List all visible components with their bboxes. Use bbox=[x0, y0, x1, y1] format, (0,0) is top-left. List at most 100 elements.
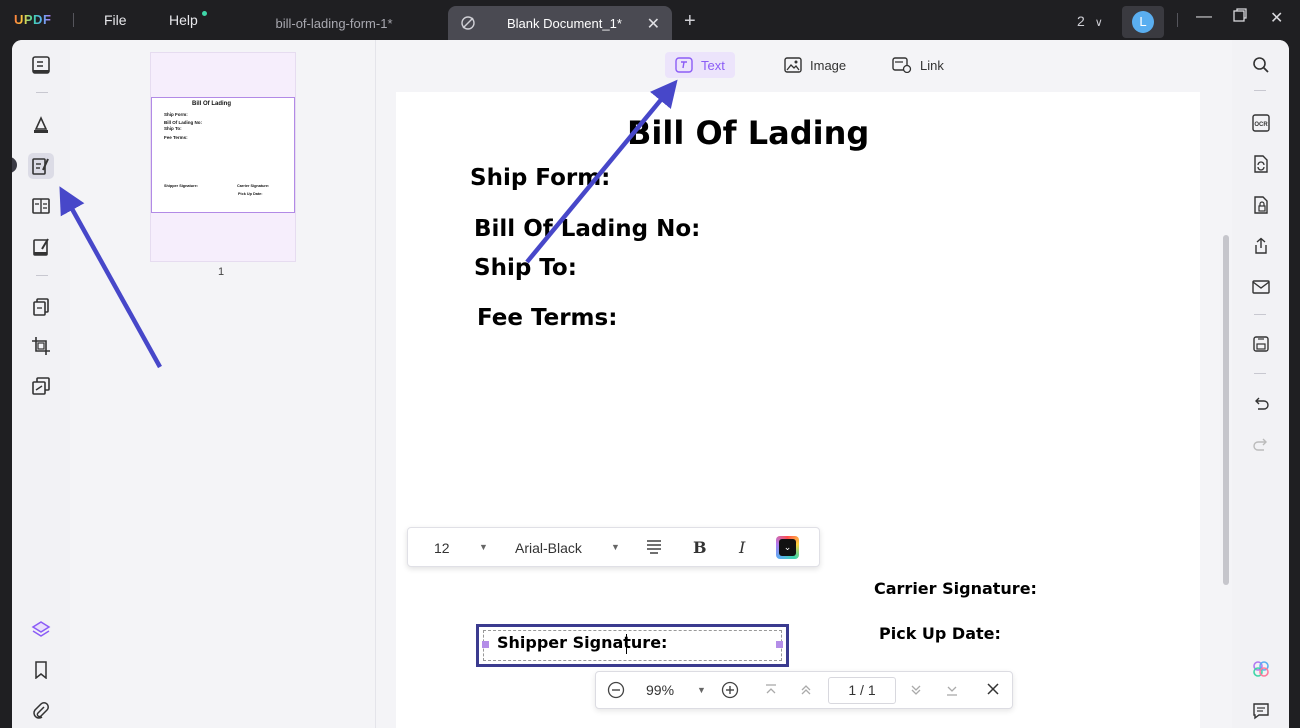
tab-bill-of-lading-form[interactable]: bill-of-lading-form-1* bbox=[228, 6, 440, 40]
thumb-title: Bill Of Lading bbox=[192, 101, 231, 107]
add-text-tool[interactable]: Text bbox=[665, 52, 735, 78]
close-zoom-bar-icon[interactable] bbox=[986, 682, 1000, 699]
thumb-ship-to: Ship To: bbox=[164, 126, 182, 131]
comment-highlighter-icon[interactable] bbox=[28, 112, 54, 138]
search-icon[interactable] bbox=[1250, 54, 1272, 76]
save-icon[interactable] bbox=[1250, 333, 1272, 355]
convert-pdf-icon[interactable] bbox=[1250, 153, 1272, 175]
thumbnail-panel: Bill Of Lading Ship Form: Bill Of Lading… bbox=[70, 40, 376, 728]
zoom-in-icon[interactable] bbox=[721, 681, 739, 702]
close-tab-icon[interactable]: ✕ bbox=[647, 14, 660, 34]
zoom-dropdown-icon[interactable]: ▼ bbox=[697, 685, 706, 695]
previous-page-icon[interactable] bbox=[799, 683, 813, 700]
text-tool-icon bbox=[675, 57, 693, 73]
align-icon[interactable] bbox=[646, 539, 662, 558]
link-icon bbox=[892, 57, 912, 73]
resize-handle-right[interactable] bbox=[776, 641, 783, 648]
thumbnail-page-number: 1 bbox=[218, 266, 225, 278]
doc-ship-form[interactable]: Ship Form: bbox=[470, 165, 610, 191]
vertical-scrollbar[interactable] bbox=[1223, 235, 1229, 585]
redo-icon[interactable] bbox=[1250, 433, 1272, 455]
text-cursor bbox=[626, 634, 627, 654]
page-organize-icon[interactable] bbox=[28, 193, 54, 219]
bookmark-icon[interactable] bbox=[28, 657, 54, 683]
pdf-page[interactable]: Bill Of Lading Ship Form: Bill Of Lading… bbox=[396, 92, 1200, 728]
undo-icon[interactable] bbox=[1250, 392, 1272, 414]
zoom-out-icon[interactable] bbox=[607, 681, 625, 702]
text-color-picker[interactable]: ⌄ bbox=[776, 536, 799, 559]
maximize-icon[interactable] bbox=[1233, 8, 1247, 27]
font-size-value: 12 bbox=[434, 540, 450, 556]
text-tool-label: Text bbox=[701, 57, 725, 73]
tab-blank-document[interactable]: Blank Document_1* ✕ bbox=[448, 6, 672, 40]
reader-mode-icon[interactable] bbox=[28, 52, 54, 78]
close-window-icon[interactable]: ✕ bbox=[1270, 8, 1283, 28]
thumbnail-content: Bill Of Lading Ship Form: Bill Of Lading… bbox=[151, 97, 295, 213]
new-tab-plus-icon[interactable]: + bbox=[684, 10, 696, 33]
email-icon[interactable] bbox=[1250, 276, 1272, 298]
crop-pages-icon[interactable] bbox=[28, 333, 54, 359]
ai-assistant-icon[interactable] bbox=[1250, 658, 1272, 680]
bold-button[interactable]: B bbox=[693, 538, 707, 557]
italic-button[interactable]: I bbox=[739, 538, 745, 557]
chevron-down-icon: ∨ bbox=[1094, 17, 1103, 29]
thumb-carrier: Carrier Signature: bbox=[237, 184, 270, 188]
edit-toolbar: Text Image Link bbox=[377, 50, 1230, 80]
selected-text-box[interactable]: Shipper Signature: bbox=[476, 624, 789, 667]
ocr-icon[interactable]: OCR bbox=[1250, 112, 1272, 134]
help-notification-dot bbox=[202, 11, 207, 16]
text-format-toolbar: 12 ▼ Arial-Black ▼ B I ⌄ bbox=[407, 527, 820, 567]
doc-shipper-signature[interactable]: Shipper Signature: bbox=[497, 633, 667, 652]
tab-label: bill-of-lading-form-1* bbox=[275, 15, 393, 31]
font-family-value: Arial-Black bbox=[515, 540, 582, 556]
doc-ship-to[interactable]: Ship To: bbox=[474, 255, 577, 281]
tab-label: Blank Document_1* bbox=[507, 15, 622, 31]
menu-help[interactable]: Help bbox=[169, 12, 198, 28]
first-page-icon[interactable] bbox=[764, 683, 778, 700]
font-size-select[interactable]: 12 bbox=[434, 540, 450, 556]
logo-text: UPDF bbox=[14, 12, 52, 27]
font-family-select[interactable]: Arial-Black bbox=[515, 540, 582, 556]
page-thumbnail[interactable]: Bill Of Lading Ship Form: Bill Of Lading… bbox=[150, 52, 296, 262]
add-link-tool[interactable]: Link bbox=[882, 52, 954, 78]
avatar[interactable]: L bbox=[1122, 6, 1164, 38]
resize-handle-left[interactable] bbox=[482, 641, 489, 648]
doc-pickup-date[interactable]: Pick Up Date: bbox=[879, 624, 1001, 643]
minimize-icon[interactable]: — bbox=[1196, 8, 1212, 26]
doc-title[interactable]: Bill Of Lading bbox=[627, 114, 869, 152]
last-page-icon[interactable] bbox=[945, 683, 959, 700]
zoom-level[interactable]: 99% bbox=[646, 682, 674, 698]
main-window: Bill Of Lading Ship Form: Bill Of Lading… bbox=[12, 40, 1289, 728]
share-icon[interactable] bbox=[1250, 235, 1272, 257]
attachment-icon[interactable] bbox=[28, 698, 54, 724]
updf-logo: UPDF bbox=[14, 12, 51, 27]
thumb-bol-no: Bill Of Lading No: bbox=[164, 120, 202, 125]
protect-pdf-icon[interactable] bbox=[1250, 194, 1272, 216]
link-tool-label: Link bbox=[920, 57, 944, 73]
document-count-value: 2 bbox=[1077, 13, 1085, 29]
thumb-ship-form: Ship Form: bbox=[164, 112, 188, 117]
image-tool-label: Image bbox=[810, 57, 847, 73]
edit-pdf-icon[interactable] bbox=[28, 153, 54, 179]
doc-fee-terms[interactable]: Fee Terms: bbox=[477, 305, 617, 331]
toolbar-divider bbox=[1254, 314, 1266, 315]
font-size-dropdown-icon[interactable]: ▼ bbox=[479, 542, 488, 552]
doc-carrier-signature[interactable]: Carrier Signature: bbox=[874, 579, 1037, 598]
next-page-icon[interactable] bbox=[909, 683, 923, 700]
document-count[interactable]: 2 ∨ bbox=[1077, 13, 1103, 29]
comment-chat-icon[interactable] bbox=[1250, 700, 1272, 722]
panel-collapse-handle[interactable] bbox=[12, 157, 17, 173]
page-number-input[interactable]: 1 / 1 bbox=[828, 677, 896, 704]
font-family-dropdown-icon[interactable]: ▼ bbox=[611, 542, 620, 552]
add-image-tool[interactable]: Image bbox=[774, 52, 856, 78]
layers-icon[interactable] bbox=[28, 616, 54, 642]
title-bar: UPDF File Help bill-of-lading-form-1* Bl… bbox=[0, 0, 1300, 42]
document-area: Text Image Link Bill Of Lading Ship Form… bbox=[377, 40, 1230, 728]
toolbar-divider bbox=[1254, 90, 1266, 91]
menu-file[interactable]: File bbox=[104, 12, 127, 28]
organize-pages-icon[interactable] bbox=[28, 294, 54, 320]
doc-bol-no[interactable]: Bill Of Lading No: bbox=[474, 216, 700, 242]
fill-sign-icon[interactable] bbox=[28, 234, 54, 260]
title-separator bbox=[73, 13, 74, 27]
convert-tools-icon[interactable] bbox=[28, 373, 54, 399]
